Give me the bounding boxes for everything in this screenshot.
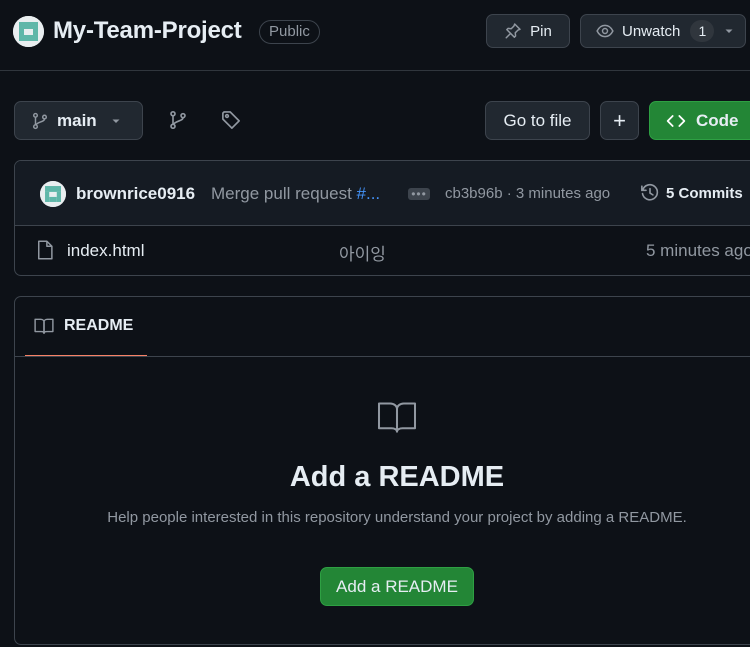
readme-tab-label: README [64,317,134,334]
watch-counter: 1 [690,20,715,42]
meta-separator: · [506,185,512,202]
add-readme-button[interactable]: Add a README [320,567,474,606]
readme-empty-description: Help people interested in this repositor… [107,509,687,526]
commit-meta: cb3b96b · 3 minutes ago [445,185,610,202]
tab-readme[interactable]: README [25,297,147,357]
commits-count: 5 Commits [666,184,743,202]
file-commit-message[interactable]: 아이잉 [339,240,386,265]
expand-commit-message-button[interactable]: ••• [408,188,430,200]
repo-title[interactable]: My-Team-Project [53,17,242,45]
file-row[interactable]: index.html 아이잉 5 minutes ago [15,226,750,275]
book-icon [376,399,418,440]
branch-name: main [57,110,97,130]
owner-avatar[interactable] [13,16,44,47]
tags-link[interactable] [221,110,241,135]
pull-request-link[interactable]: #... [357,184,381,203]
readme-panel: README Add a README Help people interest… [14,296,750,645]
add-file-button[interactable]: + [600,101,639,140]
branch-selector[interactable]: main [14,101,143,140]
visibility-badge: Public [259,20,320,44]
code-label: Code [696,110,739,130]
go-to-file-button[interactable]: Go to file [485,101,590,140]
commit-message[interactable]: Merge pull request #... [211,184,380,204]
readme-empty-heading: Add a README [289,461,505,493]
file-icon [36,240,54,265]
git-branch-icon [31,112,49,130]
pin-button[interactable]: Pin [486,14,570,48]
repository-page: My-Team-Project Public Pin Unwatch 1 mai… [0,0,750,647]
tag-icon [221,111,241,134]
commit-sha[interactable]: cb3b96b [445,185,503,202]
unwatch-button[interactable]: Unwatch 1 [580,14,746,48]
file-browser: brownrice0916 Merge pull request #... ••… [14,160,750,276]
code-button[interactable]: Code [649,101,750,140]
eye-icon [596,22,614,40]
watch-label: Unwatch [622,22,681,40]
pin-icon [504,22,522,40]
code-icon [666,112,686,130]
pin-label: Pin [530,22,552,40]
commit-message-text: Merge pull request [211,184,357,203]
commits-history-link[interactable]: 5 Commits [640,183,743,203]
latest-commit-row: brownrice0916 Merge pull request #... ••… [15,161,750,226]
commit-author[interactable]: brownrice0916 [76,184,195,204]
divider [15,356,750,357]
history-icon [640,183,660,203]
file-name[interactable]: index.html [67,241,144,261]
chevron-down-icon [724,26,734,36]
branches-link[interactable] [168,110,188,135]
git-branch-icon [168,110,188,134]
repo-header: My-Team-Project Public Pin Unwatch 1 [0,0,750,71]
file-commit-time: 5 minutes ago [646,241,750,260]
commit-time: 3 minutes ago [515,185,611,202]
chevron-down-icon [111,116,121,126]
book-icon [34,317,54,335]
commit-author-avatar[interactable] [40,181,66,207]
